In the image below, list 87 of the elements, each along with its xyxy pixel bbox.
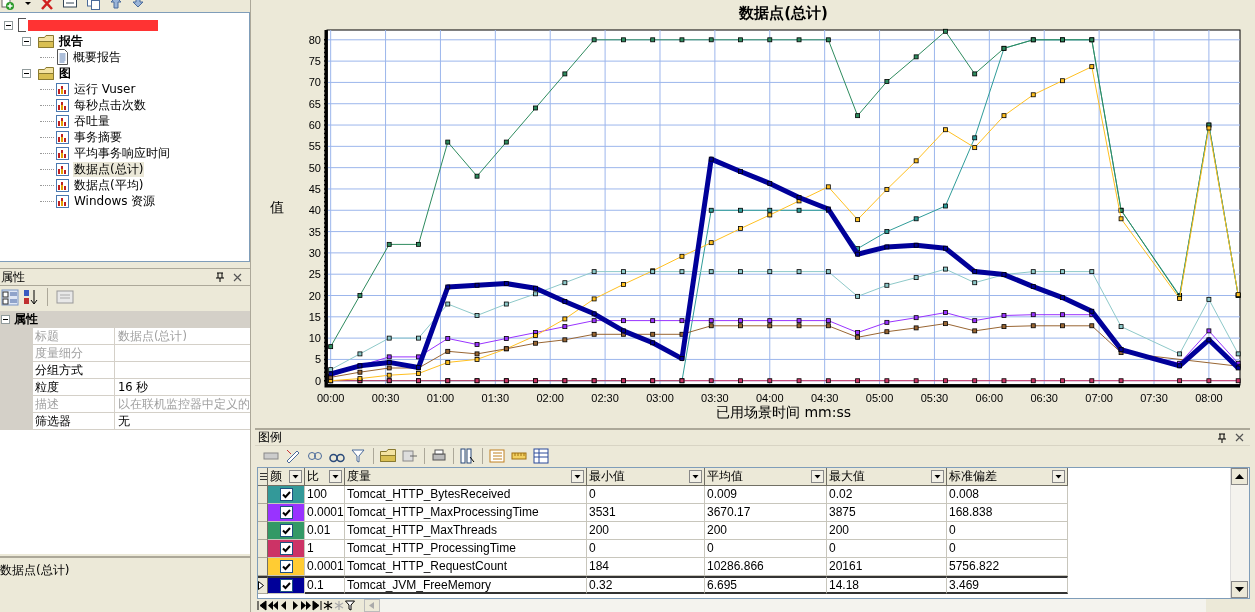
tick-label: 65 — [308, 97, 321, 110]
table-cell: 0 — [587, 540, 705, 558]
table-cell: 184 — [587, 558, 705, 576]
tick-label: 02:30 — [591, 392, 619, 404]
tick-label: 03:30 — [701, 392, 729, 404]
tick-label: 60 — [308, 119, 321, 132]
table-cell: Tomcat_HTTP_ProcessingTime — [345, 540, 587, 558]
tick-label: 30 — [308, 246, 321, 259]
table-cell: 3531 — [587, 504, 705, 522]
tick-label: 5 — [314, 353, 321, 366]
tick-label: 06:30 — [1030, 392, 1058, 404]
table-cell: Tomcat_JVM_FreeMemory — [345, 576, 587, 594]
table-cell: 1 — [305, 540, 345, 558]
tick-label: 25 — [308, 268, 321, 281]
table-cell: 168.838 — [947, 504, 1068, 522]
table-cell: 0 — [947, 522, 1068, 540]
tick-label: 80 — [308, 33, 321, 46]
tick-label: 55 — [308, 140, 321, 153]
tick-label: 04:30 — [810, 392, 839, 404]
tick-label: 15 — [308, 310, 321, 323]
tick-label: 20 — [308, 289, 321, 302]
table-cell: Tomcat_HTTP_MaxProcessingTime — [345, 504, 587, 522]
property-name: 粒度 — [33, 379, 115, 395]
property-value: 数据点(总计) — [117, 328, 188, 344]
table-cell: Tomcat_HTTP_BytesReceived — [345, 486, 587, 504]
property-name: 描述 — [33, 396, 115, 412]
tick-label: 00:30 — [371, 392, 400, 404]
panel-title: 图例 — [258, 429, 283, 446]
table-cell: Tomcat_HTTP_MaxThreads — [345, 522, 587, 540]
tick-label: 07:30 — [1140, 392, 1168, 404]
property-value: 无 — [117, 413, 131, 429]
table-cell: 0 — [827, 540, 947, 558]
table-cell: 200 — [705, 522, 827, 540]
table-cell: Tomcat_HTTP_RequestCount — [345, 558, 587, 576]
property-name: 标题 — [33, 328, 115, 344]
tick-label: 10 — [308, 332, 321, 345]
tick-label: 07:00 — [1085, 392, 1113, 404]
tick-label: 08:00 — [1195, 392, 1223, 404]
axis-title: 值 — [270, 199, 284, 215]
panel-title: 属性 — [1, 268, 26, 286]
table-cell: 0.0001 — [305, 558, 345, 576]
table-cell: 0.1 — [305, 576, 345, 594]
table-cell: 200 — [827, 522, 947, 540]
table-cell: 14.18 — [827, 576, 947, 594]
table-cell: 0 — [587, 486, 705, 504]
tick-label: 40 — [308, 204, 321, 217]
tick-label: 03:00 — [646, 392, 674, 404]
table-cell: 0 — [947, 540, 1068, 558]
tick-label: 50 — [308, 161, 321, 174]
table-cell: 0.008 — [947, 486, 1068, 504]
table-cell: 3875 — [827, 504, 947, 522]
table-cell: 200 — [587, 522, 705, 540]
chart-title: 数据点(总计) — [739, 4, 828, 22]
table-cell: 0.02 — [827, 486, 947, 504]
table-cell: 6.695 — [705, 576, 827, 594]
tick-label: 05:00 — [865, 392, 894, 404]
property-value: 以在联机监控器中定义的 — [117, 396, 250, 412]
tick-label: 05:30 — [920, 392, 949, 404]
table-cell: 3670.17 — [705, 504, 827, 522]
tick-label: 0 — [314, 374, 321, 387]
property-name: 分组方式 — [33, 362, 115, 378]
table-cell: 20161 — [827, 558, 947, 576]
tick-label: 02:00 — [536, 392, 564, 404]
table-cell: 0.32 — [587, 576, 705, 594]
table-cell: 5756.822 — [947, 558, 1068, 576]
table-cell: 0.0001 — [305, 504, 345, 522]
property-name: 度量细分 — [33, 345, 115, 361]
table-cell: 3.469 — [947, 576, 1068, 594]
axis-title: 已用场景时间 mm:ss — [716, 404, 851, 420]
table-cell: 100 — [305, 486, 345, 504]
status-text: 数据点(总计) — [0, 563, 70, 577]
tick-label: 00:00 — [316, 392, 345, 404]
property-name: 筛选器 — [33, 413, 115, 429]
tick-label: 45 — [308, 182, 321, 195]
tick-label: 35 — [308, 225, 321, 238]
table-cell: 0.009 — [705, 486, 827, 504]
tick-label: 75 — [308, 55, 321, 68]
tick-label: 04:00 — [756, 392, 784, 404]
table-cell: 0.01 — [305, 522, 345, 540]
tick-label: 06:00 — [975, 392, 1004, 404]
tick-label: 70 — [308, 76, 321, 89]
tick-label: 01:00 — [426, 392, 455, 404]
table-cell: 10286.866 — [705, 558, 827, 576]
property-value: 16 秒 — [117, 379, 150, 395]
category-label: 属性 — [14, 311, 38, 328]
tick-label: 01:30 — [481, 392, 510, 404]
table-cell: 0 — [705, 540, 827, 558]
